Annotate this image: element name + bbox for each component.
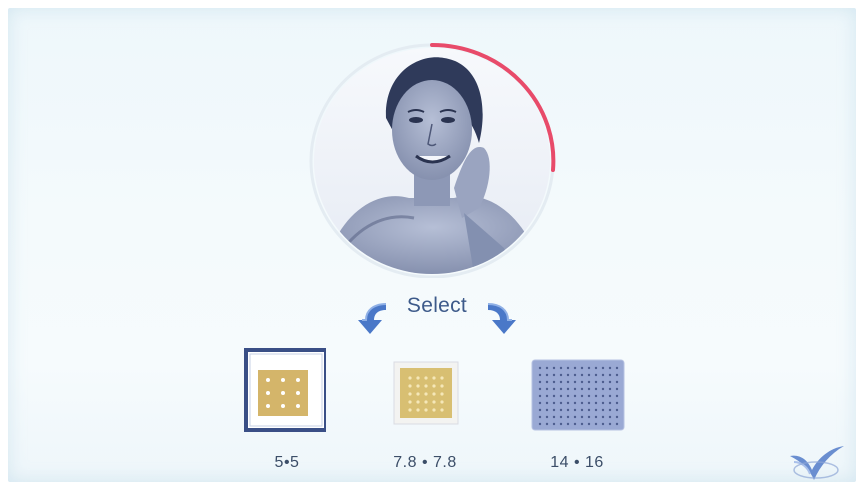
option-14x16[interactable]: 14 • 16 [526,348,626,471]
arrow-down-right-icon [487,303,516,334]
select-prompt: Select [348,286,528,346]
option-14x16-label: 14 • 16 [550,454,604,471]
select-label: Select [406,294,468,317]
arrow-down-left-icon [358,303,387,334]
face-portrait [314,48,550,274]
pad-5x5-icon [244,348,328,432]
pad-14x16-icon [531,359,625,431]
pad-7-8x7-8-icon [393,361,459,425]
brand-logo-icon [790,446,844,480]
option-5x5[interactable]: 5•5 [232,348,328,471]
portrait-panel [305,40,567,278]
option-7-8x7-8[interactable]: 7.8 • 7.8 [384,348,464,471]
option-5x5-label: 5•5 [274,454,300,471]
option-7-8x7-8-label: 7.8 • 7.8 [393,454,457,471]
face-illustration [314,48,550,274]
treatment-screen: Select 5•5 7.8 • 7.8 14 • 16 [8,8,856,482]
